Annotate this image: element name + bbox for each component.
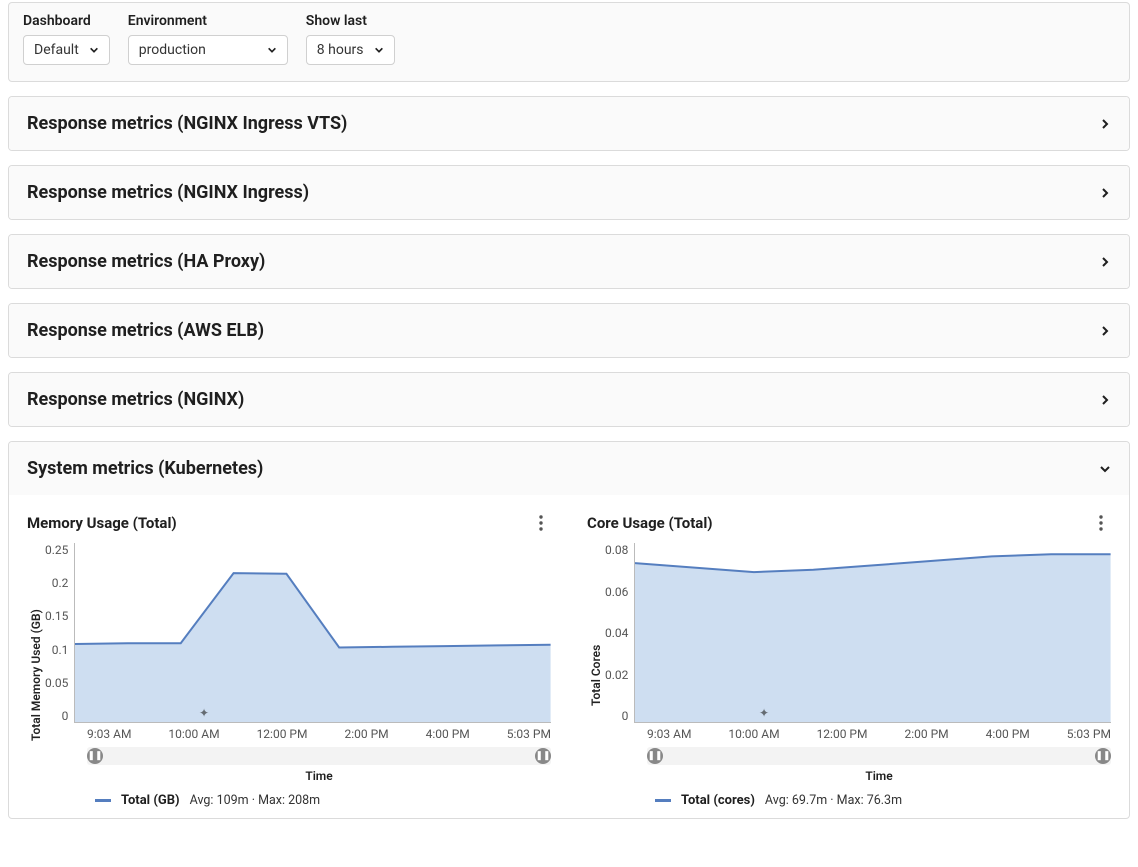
- y-tick: 0.06: [605, 585, 628, 599]
- y-tick: 0: [62, 709, 69, 723]
- y-tick: 0.08: [605, 543, 628, 557]
- chart-menu-button[interactable]: [531, 513, 551, 533]
- chevron-down-icon: [1099, 463, 1111, 475]
- chart-card-memory-usage: Memory Usage (Total) Total Memory Used (…: [27, 513, 551, 808]
- y-tick: 0.25: [45, 543, 68, 557]
- chart-title: Core Usage (Total): [587, 514, 713, 532]
- chevron-right-icon: [1099, 256, 1111, 268]
- legend-name: Total (cores): [681, 793, 755, 808]
- legend: Total (cores) Avg: 69.7m · Max: 76.3m: [655, 793, 1111, 808]
- panel-system-kubernetes: System metrics (Kubernetes) Memory Usage…: [8, 441, 1130, 819]
- filter-label-dashboard: Dashboard: [23, 13, 110, 29]
- plot-area[interactable]: ✦: [74, 543, 551, 723]
- legend-swatch: [95, 799, 111, 802]
- legend: Total (GB) Avg: 109m · Max: 208m: [95, 793, 551, 808]
- legend-swatch: [655, 799, 671, 802]
- y-ticks: 0.25 0.2 0.15 0.1 0.05 0: [45, 543, 74, 723]
- chart-head: Core Usage (Total): [587, 513, 1111, 533]
- panel-header[interactable]: Response metrics (AWS ELB): [9, 304, 1129, 357]
- y-tick: 0: [622, 709, 629, 723]
- panel-aws-elb: Response metrics (AWS ELB): [8, 303, 1130, 358]
- chart-title: Memory Usage (Total): [27, 514, 177, 532]
- dashboard-select[interactable]: Default: [23, 35, 110, 65]
- panel-header[interactable]: System metrics (Kubernetes): [9, 442, 1129, 495]
- x-ticks: 9:03 AM 10:00 AM 12:00 PM 2:00 PM 4:00 P…: [647, 727, 1111, 741]
- x-tick: 4:00 PM: [426, 727, 470, 741]
- y-tick: 0.1: [52, 643, 69, 657]
- x-tick: 12:00 PM: [257, 727, 308, 741]
- chevron-down-icon: [267, 45, 277, 55]
- y-axis-label: Total Memory Used (GB): [27, 543, 45, 808]
- chart-menu-button[interactable]: [1091, 513, 1111, 533]
- x-tick: 2:00 PM: [904, 727, 948, 741]
- chevron-down-icon: [374, 45, 384, 55]
- environment-select-value: production: [139, 42, 206, 58]
- slider-handle-left[interactable]: ❚❚: [647, 748, 663, 764]
- panel-body: Memory Usage (Total) Total Memory Used (…: [9, 495, 1129, 818]
- x-tick: 4:00 PM: [986, 727, 1030, 741]
- y-tick: 0.05: [45, 676, 68, 690]
- filter-group-environment: Environment production: [128, 13, 288, 65]
- x-tick: 9:03 AM: [647, 727, 691, 741]
- chevron-down-icon: [89, 45, 99, 55]
- y-tick: 0.04: [605, 626, 628, 640]
- panel-header[interactable]: Response metrics (NGINX): [9, 373, 1129, 426]
- x-tick: 5:03 PM: [507, 727, 551, 741]
- panel-title: System metrics (Kubernetes): [27, 458, 263, 479]
- x-ticks: 9:03 AM 10:00 AM 12:00 PM 2:00 PM 4:00 P…: [87, 727, 551, 741]
- x-axis-label: Time: [647, 769, 1111, 783]
- environment-select[interactable]: production: [128, 35, 288, 65]
- chart-card-core-usage: Core Usage (Total) Total Cores 0.08 0.06…: [587, 513, 1111, 808]
- chevron-right-icon: [1099, 118, 1111, 130]
- panel-header[interactable]: Response metrics (NGINX Ingress VTS): [9, 97, 1129, 150]
- panel-title: Response metrics (NGINX Ingress VTS): [27, 113, 347, 134]
- filter-label-show-last: Show last: [306, 13, 395, 29]
- y-tick: 0.2: [52, 576, 69, 590]
- panel-ha-proxy: Response metrics (HA Proxy): [8, 234, 1130, 289]
- filter-group-dashboard: Dashboard Default: [23, 13, 110, 65]
- time-range-slider[interactable]: ❚❚ ❚❚: [647, 747, 1111, 765]
- x-axis-label: Time: [87, 769, 551, 783]
- time-range-slider[interactable]: ❚❚ ❚❚: [87, 747, 551, 765]
- dashboard-select-value: Default: [34, 42, 79, 58]
- x-tick: 2:00 PM: [344, 727, 388, 741]
- panel-nginx-ingress-vts: Response metrics (NGINX Ingress VTS): [8, 96, 1130, 151]
- x-tick: 5:03 PM: [1067, 727, 1111, 741]
- chevron-right-icon: [1099, 187, 1111, 199]
- filters-card: Dashboard Default Environment production…: [8, 2, 1130, 82]
- y-tick: 0.02: [605, 668, 628, 682]
- panel-title: Response metrics (HA Proxy): [27, 251, 265, 272]
- x-tick: 9:03 AM: [87, 727, 131, 741]
- show-last-select[interactable]: 8 hours: [306, 35, 395, 65]
- panel-header[interactable]: Response metrics (NGINX Ingress): [9, 166, 1129, 219]
- panel-nginx-ingress: Response metrics (NGINX Ingress): [8, 165, 1130, 220]
- panel-header[interactable]: Response metrics (HA Proxy): [9, 235, 1129, 288]
- slider-handle-right[interactable]: ❚❚: [1095, 748, 1111, 764]
- panel-title: Response metrics (AWS ELB): [27, 320, 264, 341]
- slider-handle-left[interactable]: ❚❚: [87, 748, 103, 764]
- x-tick: 12:00 PM: [817, 727, 868, 741]
- y-tick: 0.15: [45, 609, 68, 623]
- chart-wrap: Total Memory Used (GB) 0.25 0.2 0.15 0.1…: [27, 543, 551, 808]
- chevron-right-icon: [1099, 394, 1111, 406]
- slider-handle-right[interactable]: ❚❚: [535, 748, 551, 764]
- panel-title: Response metrics (NGINX): [27, 389, 244, 410]
- panel-title: Response metrics (NGINX Ingress): [27, 182, 309, 203]
- legend-stats: Avg: 109m · Max: 208m: [190, 793, 321, 808]
- x-tick: 10:00 AM: [728, 727, 779, 741]
- x-tick: 10:00 AM: [168, 727, 219, 741]
- filter-label-environment: Environment: [128, 13, 288, 29]
- show-last-select-value: 8 hours: [317, 42, 364, 58]
- chart-head: Memory Usage (Total): [27, 513, 551, 533]
- panel-nginx: Response metrics (NGINX): [8, 372, 1130, 427]
- chevron-right-icon: [1099, 325, 1111, 337]
- y-axis-label: Total Cores: [587, 543, 605, 808]
- filter-group-show-last: Show last 8 hours: [306, 13, 395, 65]
- y-ticks: 0.08 0.06 0.04 0.02 0: [605, 543, 634, 723]
- legend-name: Total (GB): [121, 793, 180, 808]
- legend-stats: Avg: 69.7m · Max: 76.3m: [765, 793, 902, 808]
- plot-area[interactable]: ✦: [634, 543, 1111, 723]
- chart-wrap: Total Cores 0.08 0.06 0.04 0.02 0 ✦: [587, 543, 1111, 808]
